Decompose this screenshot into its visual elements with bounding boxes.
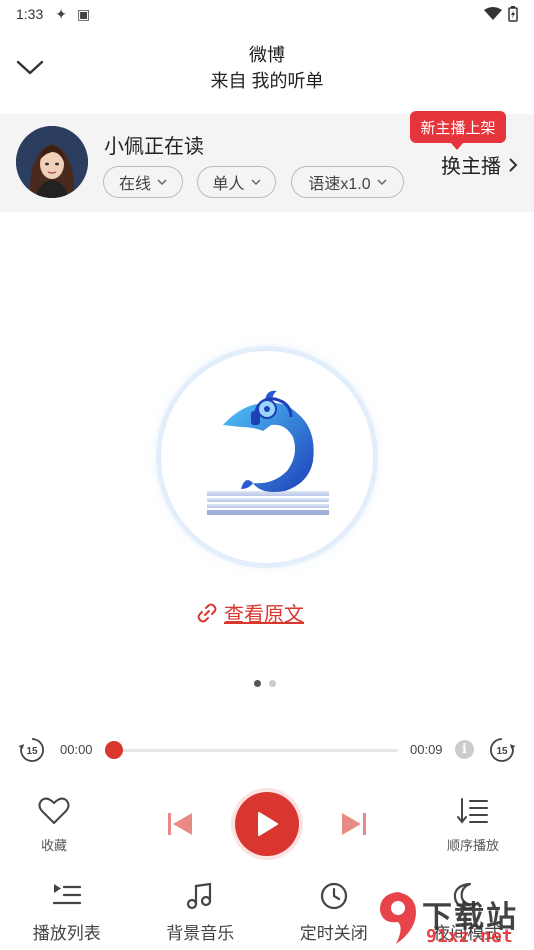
chevron-right-icon [509,158,518,171]
next-track-icon[interactable] [340,810,368,838]
status-bar: 1:33 ✦ ▣ [0,0,534,28]
cover-art [161,351,373,563]
favorite-label: 收藏 [40,838,67,853]
play-icon [258,812,278,836]
progress-knob[interactable] [105,741,123,759]
background-music-button[interactable]: 背景音乐 [134,876,268,950]
page-indicator [254,680,276,687]
background-music-label: 背景音乐 [166,924,235,943]
page-header: 微博 来自 我的听单 [0,28,534,114]
heart-icon [38,797,70,824]
previous-track-icon[interactable] [166,810,194,838]
progress-track[interactable] [114,749,398,752]
favorite-button[interactable]: 收藏 [14,796,94,854]
current-time: 00:00 [60,742,93,757]
speed-dropdown-label: 语速x1.0 [308,176,371,193]
dolphin-logo-icon [207,390,329,515]
link-icon [197,603,217,622]
wifi-icon [484,7,502,20]
single-dropdown[interactable]: 单人 [197,166,276,198]
chevron-down-icon [157,178,167,185]
chevron-down-icon [377,178,387,185]
clock-icon [320,882,347,910]
a-notification-icon: ▣ [76,5,91,22]
playlist-button[interactable]: 播放列表 [0,876,134,950]
chevron-down-icon [250,178,261,185]
header-titles: 微博 来自 我的听单 [0,42,534,94]
page-dot-active [254,680,261,687]
single-dropdown-label: 单人 [212,176,245,193]
switch-anchor-label: 换主播 [441,156,501,178]
order-mode-button[interactable]: 顺序播放 [433,796,513,854]
play-button[interactable] [235,792,299,856]
app-notification-icon: ✦ [55,5,67,22]
skip-forward-label: 15 [496,746,508,757]
watermark-url: 91xz.net [426,926,513,947]
sequential-play-icon [457,798,488,824]
page-dot [269,680,276,687]
anchor-avatar[interactable] [16,126,88,198]
online-dropdown-label: 在线 [118,176,151,193]
online-dropdown[interactable]: 在线 [103,166,183,198]
anchor-bar: 小佩正在读 在线 单人 语速x1.0 新主播上架 换主播 [0,111,534,212]
switch-anchor-button[interactable]: 换主播 [441,150,518,179]
music-note-icon [187,882,212,910]
order-mode-label: 顺序播放 [446,838,499,853]
view-original-link[interactable]: 查看原文 [196,598,304,627]
playback-controls: 收藏 顺序播放 [0,786,534,866]
speed-dropdown[interactable]: 语速x1.0 [291,166,404,198]
anchor-name: 小佩正在读 [104,136,204,158]
watermark: 下载站 91xz.net [374,886,534,950]
total-time: 00:09 [410,742,443,757]
page-subtitle: 来自 我的听单 [210,71,324,91]
skip-back-15-icon[interactable]: 15 [18,736,46,764]
book-pages [207,491,329,515]
skip-forward-15-icon[interactable]: 15 [488,736,516,764]
view-original-label: 查看原文 [224,604,304,626]
page-title: 微博 [249,45,285,65]
playlist-label: 播放列表 [32,924,101,943]
info-icon[interactable]: i [455,740,474,759]
new-anchor-badge: 新主播上架 [410,111,506,150]
battery-icon [508,6,518,22]
skip-back-label: 15 [26,746,38,757]
playlist-icon [52,884,81,905]
watermark-logo-icon [380,892,416,944]
status-time: 1:33 [16,6,44,22]
progress-row: 15 00:00 00:09 i 15 [0,730,534,770]
